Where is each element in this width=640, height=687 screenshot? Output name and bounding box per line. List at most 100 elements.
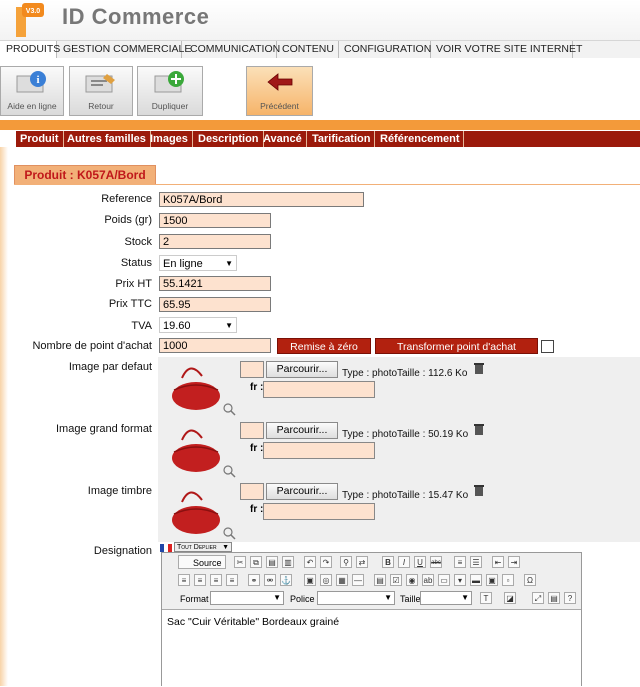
font-select[interactable]: ▼	[317, 591, 395, 605]
undo-icon[interactable]: ↶	[304, 556, 316, 568]
weight-input[interactable]: 1500	[159, 213, 271, 228]
tab-referencement[interactable]: Référencement	[376, 131, 465, 147]
duplicate-button[interactable]: Dupliquer	[137, 66, 203, 116]
editor-content-area[interactable]: Sac "Cuir Véritable" Bordeaux grainé	[162, 609, 581, 687]
outdent-icon[interactable]: ⇤	[492, 556, 504, 568]
price-ht-input[interactable]: 55.1421	[159, 276, 271, 291]
underline-icon[interactable]: U	[414, 556, 426, 568]
chevron-down-icon: ▼	[384, 593, 392, 602]
menu-configuration[interactable]: CONFIGURATION	[338, 41, 431, 58]
align-left-icon[interactable]: ≡	[178, 574, 190, 586]
bg-color-icon[interactable]: ◪	[504, 592, 516, 604]
form-icon[interactable]: ▤	[374, 574, 386, 586]
numbered-list-icon[interactable]: ≡	[454, 556, 466, 568]
image-large-browse-button[interactable]: Parcourir...	[266, 422, 338, 439]
align-right-icon[interactable]: ≡	[210, 574, 222, 586]
image-icon[interactable]: ▣	[304, 574, 316, 586]
image-default-order-input[interactable]	[240, 361, 264, 378]
menu-gestion-commerciale[interactable]: GESTION COMMERCIALE	[57, 41, 191, 58]
panel-edge	[0, 147, 8, 686]
table-icon[interactable]: ▦	[336, 574, 348, 586]
image-large-order-input[interactable]	[240, 422, 264, 439]
cut-icon[interactable]: ✂	[234, 556, 246, 568]
text-color-icon[interactable]: T	[480, 592, 492, 604]
tab-description[interactable]: Description	[194, 131, 264, 147]
previous-label: Précédent	[260, 101, 299, 111]
image-button-icon[interactable]: ▣	[486, 574, 498, 586]
image-stamp-browse-button[interactable]: Parcourir...	[266, 483, 338, 500]
checkbox-icon[interactable]: ☑	[390, 574, 402, 586]
show-blocks-icon[interactable]: ▤	[548, 592, 560, 604]
copy-icon[interactable]: ⧉	[250, 556, 262, 568]
image-default-browse-button[interactable]: Parcourir...	[266, 361, 338, 378]
trash-icon[interactable]	[473, 484, 485, 496]
tab-images[interactable]: Images	[146, 131, 193, 147]
bullet-list-icon[interactable]: ☰	[470, 556, 482, 568]
hidden-field-icon[interactable]: ▫	[502, 574, 514, 586]
divider	[14, 184, 640, 185]
points-checkbox[interactable]	[541, 340, 554, 353]
help-button[interactable]: i Aide en ligne	[0, 66, 64, 116]
select-icon[interactable]: ▾	[454, 574, 466, 586]
source-button[interactable]: Source	[178, 555, 226, 569]
tab-produit[interactable]: Produit	[16, 131, 64, 147]
points-input[interactable]: 1000	[159, 338, 271, 353]
link-icon[interactable]: ⚭	[248, 574, 260, 586]
horizontal-rule-icon[interactable]: —	[352, 574, 364, 586]
bag-thumbnail[interactable]	[160, 358, 238, 416]
previous-button[interactable]: Précédent	[246, 66, 313, 116]
maximize-icon[interactable]: ⤢	[532, 592, 544, 604]
redo-icon[interactable]: ↷	[320, 556, 332, 568]
back-button[interactable]: Retour	[69, 66, 133, 116]
price-ttc-input[interactable]: 65.95	[159, 297, 271, 312]
trash-icon[interactable]	[473, 423, 485, 435]
radio-icon[interactable]: ◉	[406, 574, 418, 586]
reference-label: Reference	[101, 193, 152, 205]
bag-thumbnail[interactable]	[160, 482, 238, 540]
tab-autres-familles[interactable]: Autres familles	[63, 131, 151, 147]
stock-input[interactable]: 2	[159, 234, 271, 249]
image-stamp-fr-input[interactable]	[263, 503, 375, 520]
size-select[interactable]: ▼	[420, 591, 472, 605]
arrow-left-icon	[266, 73, 292, 91]
reset-points-button[interactable]: Remise à zéro	[277, 338, 371, 354]
tva-select[interactable]: 19.60 ▼	[159, 317, 237, 333]
unlink-icon[interactable]: ⚮	[264, 574, 276, 586]
indent-icon[interactable]: ⇥	[508, 556, 520, 568]
paste-icon[interactable]: ▤	[266, 556, 278, 568]
bag-thumbnail[interactable]	[160, 420, 238, 478]
reference-input[interactable]: K057A/Bord	[159, 192, 364, 207]
bold-icon[interactable]: B	[382, 556, 394, 568]
image-stamp-type: Type : photo	[342, 490, 398, 501]
trash-icon[interactable]	[473, 362, 485, 374]
expand-all-select[interactable]: Tout Deplier ▼	[174, 542, 232, 552]
menu-contenu[interactable]: CONTENU	[276, 41, 339, 58]
status-select[interactable]: En ligne ▼	[159, 255, 237, 271]
textarea-icon[interactable]: ▭	[438, 574, 450, 586]
replace-icon[interactable]: ⇄	[356, 556, 368, 568]
strikethrough-icon[interactable]: abc	[430, 556, 442, 568]
special-char-icon[interactable]: Ω	[524, 574, 536, 586]
flash-icon[interactable]: ◎	[320, 574, 332, 586]
help-icon[interactable]: ?	[564, 592, 576, 604]
paste-text-icon[interactable]: ▥	[282, 556, 294, 568]
toolbar: i Aide en ligne Retour Dupliquer Précéde…	[0, 58, 640, 120]
format-select[interactable]: ▼	[210, 591, 284, 605]
find-icon[interactable]: ⚲	[340, 556, 352, 568]
transform-points-button[interactable]: Transformer point d'achat	[375, 338, 538, 354]
image-stamp-order-input[interactable]	[240, 483, 264, 500]
font-label: Police	[290, 594, 315, 604]
textfield-icon[interactable]: ab	[422, 574, 434, 586]
image-default-fr-input[interactable]	[263, 381, 375, 398]
italic-icon[interactable]: I	[398, 556, 410, 568]
anchor-icon[interactable]: ⚓	[280, 574, 292, 586]
button-icon[interactable]: ▬	[470, 574, 482, 586]
tab-avance[interactable]: Avancé	[259, 131, 307, 147]
image-large-fr-input[interactable]	[263, 442, 375, 459]
tab-tarification[interactable]: Tarification	[308, 131, 376, 147]
align-justify-icon[interactable]: ≡	[226, 574, 238, 586]
menu-communication[interactable]: COMMUNICATION	[184, 41, 280, 58]
align-center-icon[interactable]: ≡	[194, 574, 206, 586]
menu-voir-site[interactable]: VOIR VOTRE SITE INTERNET	[430, 41, 582, 58]
menu-produits[interactable]: PRODUITS	[0, 41, 60, 58]
